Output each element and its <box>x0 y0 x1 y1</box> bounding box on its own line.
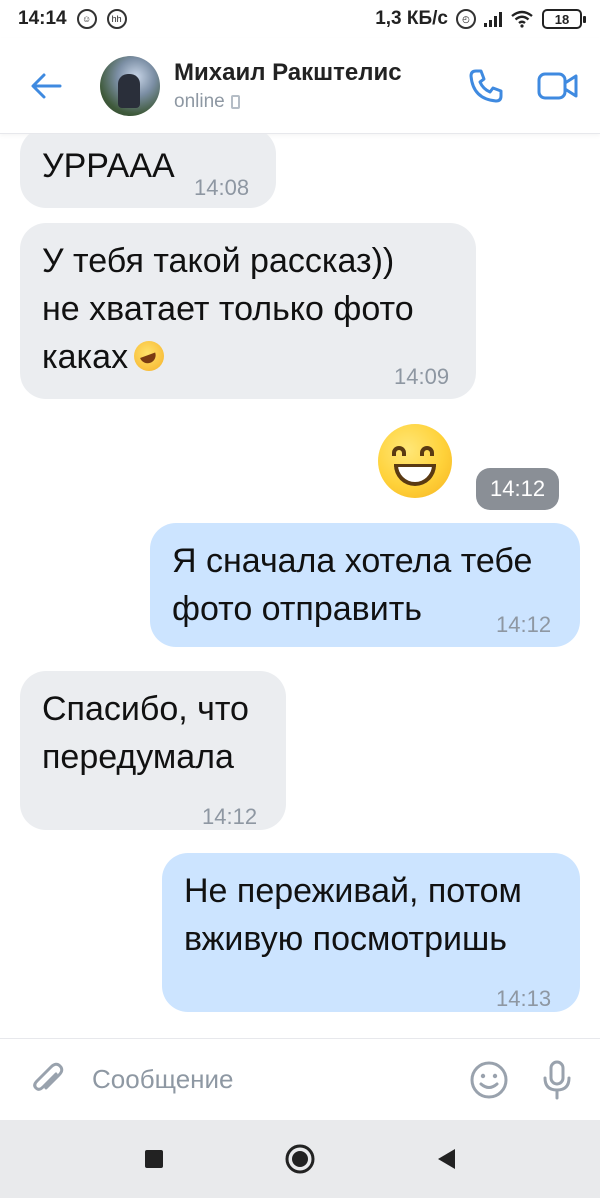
online-status-text: online <box>174 90 225 112</box>
message-time: 14:09 <box>394 364 450 389</box>
triangle-back-icon <box>438 1149 455 1169</box>
system-navigation-bar <box>0 1120 600 1198</box>
message-text: Я сначала хотела тебе <box>172 542 533 580</box>
message-time: 14:12 <box>202 804 258 829</box>
avatar[interactable] <box>100 55 160 116</box>
message-list[interactable]: УРРААА 14:08 У тебя такой рассказ)) не х… <box>0 134 600 1038</box>
phone-icon <box>469 69 503 102</box>
wifi-icon <box>511 10 533 28</box>
square-icon <box>145 1150 163 1168</box>
message-composer <box>0 1038 600 1120</box>
network-speed: 1,3 КБ/с <box>375 8 448 29</box>
message-input[interactable] <box>92 1064 464 1095</box>
message-text: У тебя такой рассказ)) <box>42 242 395 280</box>
voice-message-button[interactable] <box>532 1055 582 1105</box>
message-bubble-outgoing[interactable]: Не переживай, потом вживую посмотришь 14… <box>162 853 580 1012</box>
message-text: Не переживай, потом <box>184 872 522 910</box>
microphone-icon <box>543 1060 571 1099</box>
message-bubble-incoming[interactable]: У тебя такой рассказ)) не хватает только… <box>20 223 476 399</box>
message-text: Спасибо, что <box>42 690 249 728</box>
message-text: передумала <box>42 738 234 776</box>
emoji-button[interactable] <box>464 1055 514 1105</box>
status-bar: 14:14 ☺ hh 1,3 КБ/с ◴ 18 <box>0 0 600 38</box>
hh-icon: hh <box>106 9 127 29</box>
home-button[interactable] <box>275 1134 325 1184</box>
message-time: 14:08 <box>194 175 250 200</box>
message-text: УРРААА <box>42 147 175 185</box>
circle-icon <box>285 1144 315 1174</box>
video-call-button[interactable] <box>534 62 582 110</box>
smiley-icon <box>470 1061 508 1098</box>
call-button[interactable] <box>462 62 510 110</box>
laughing-emoji-icon <box>134 341 165 371</box>
contact-status: online <box>174 91 402 113</box>
back-button[interactable] <box>16 56 76 116</box>
signal-icon <box>484 11 502 27</box>
battery-icon: 18 <box>542 9 586 29</box>
contact-name: Михаил Ракштелис <box>174 58 402 86</box>
contact-info[interactable]: Михаил Ракштелис online <box>174 59 402 113</box>
status-time: 14:14 <box>18 8 67 29</box>
message-bubble-incoming[interactable]: Спасибо, что передумала 14:12 <box>20 671 286 830</box>
message-text: не хватает только фото <box>42 290 414 328</box>
paperclip-icon <box>33 1062 64 1091</box>
back-nav-button[interactable] <box>421 1134 471 1184</box>
attach-button[interactable] <box>22 1054 74 1106</box>
chat-header: Михаил Ракштелис online <box>0 38 600 134</box>
message-text: каках <box>42 338 129 376</box>
sticker-time: 14:12 <box>476 468 560 510</box>
message-time: 14:13 <box>496 986 552 1011</box>
message-bubble-outgoing[interactable]: Я сначала хотела тебе фото отправить 14:… <box>150 523 580 647</box>
message-text: вживую посмотришь <box>184 920 507 958</box>
message-bubble-incoming[interactable]: УРРААА 14:08 <box>20 134 276 208</box>
arrow-left-icon <box>31 73 62 98</box>
mobile-device-icon <box>230 94 240 109</box>
notification-icon: ☺ <box>76 9 97 29</box>
grinning-emoji-sticker[interactable] <box>378 424 452 498</box>
recent-apps-button[interactable] <box>129 1134 179 1184</box>
video-camera-icon <box>537 72 578 99</box>
message-time: 14:12 <box>496 612 552 637</box>
alarm-icon: ◴ <box>456 9 476 29</box>
